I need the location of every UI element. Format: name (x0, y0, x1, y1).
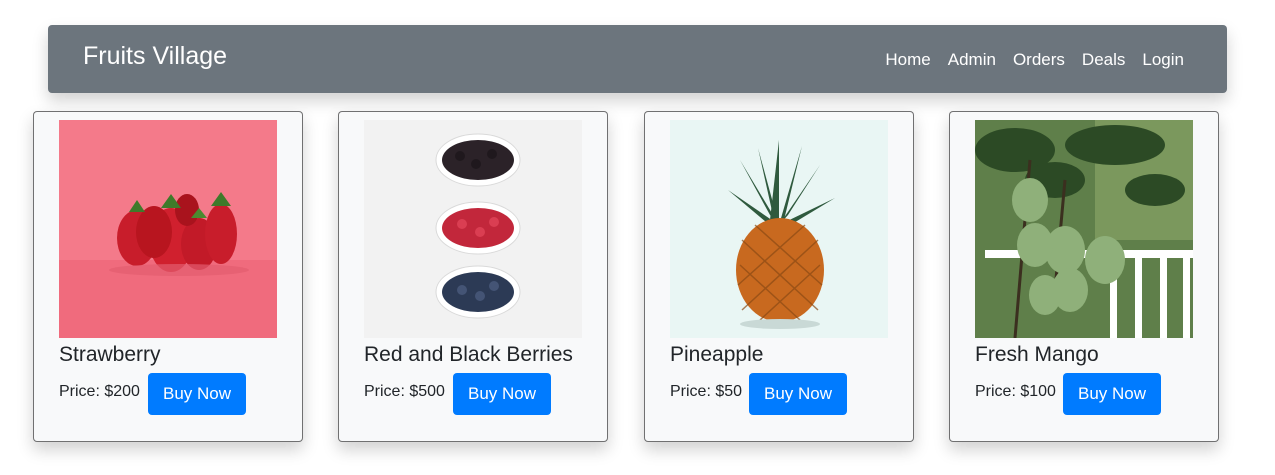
buy-now-button-mango[interactable]: Buy Now (1063, 373, 1161, 415)
product-card-mango: Fresh Mango Price: $100 Buy Now (949, 111, 1219, 442)
nav-link-login[interactable]: Login (1142, 49, 1184, 71)
product-card-strawberry: Strawberry Price: $200 Buy Now (33, 111, 303, 442)
brand-link[interactable]: Fruits Village (83, 41, 227, 71)
product-name: Pineapple (670, 343, 764, 366)
pineapple-image (670, 120, 888, 338)
mango-image (975, 120, 1193, 338)
product-name: Red and Black Berries (364, 343, 573, 366)
product-name: Fresh Mango (975, 343, 1099, 366)
buy-now-button-strawberry[interactable]: Buy Now (148, 373, 246, 415)
product-price: Price: $500 (364, 383, 445, 400)
top-navbar: Fruits Village Home Admin Orders Deals L… (48, 25, 1227, 93)
product-name: Strawberry (59, 343, 161, 366)
strawberry-image (59, 120, 277, 338)
product-card-pineapple: Pineapple Price: $50 Buy Now (644, 111, 914, 442)
buy-now-button-pineapple[interactable]: Buy Now (749, 373, 847, 415)
berries-image (364, 120, 582, 338)
nav-link-deals[interactable]: Deals (1082, 49, 1125, 71)
buy-now-button-berries[interactable]: Buy Now (453, 373, 551, 415)
nav-link-orders[interactable]: Orders (1013, 49, 1065, 71)
product-price: Price: $100 (975, 383, 1056, 400)
product-grid: Strawberry Price: $200 Buy Now Red and B… (33, 111, 1219, 442)
nav-links: Home Admin Orders Deals Login (868, 49, 1184, 71)
nav-link-admin[interactable]: Admin (948, 49, 996, 71)
product-price: Price: $200 (59, 383, 140, 400)
nav-link-home[interactable]: Home (885, 49, 930, 71)
product-price: Price: $50 (670, 383, 743, 400)
product-card-berries: Red and Black Berries Price: $500 Buy No… (338, 111, 608, 442)
